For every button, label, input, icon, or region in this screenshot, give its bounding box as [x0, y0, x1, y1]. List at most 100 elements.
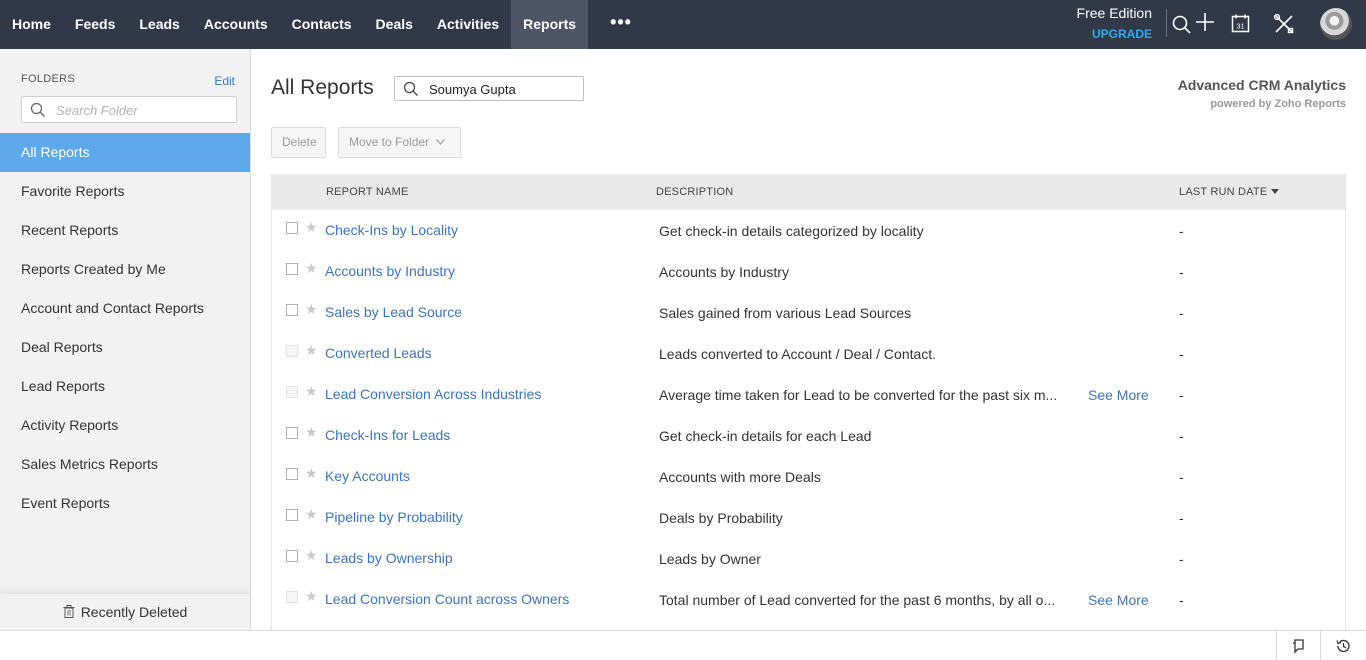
table-row: ★ Leads by Ownership Leads by Owner - [272, 538, 1345, 579]
report-name-link[interactable]: Key Accounts [325, 468, 410, 484]
row-checkbox[interactable] [286, 550, 298, 562]
report-name-link[interactable]: Lead Conversion Count across Owners [325, 591, 569, 607]
tab-feeds[interactable]: Feeds [63, 0, 127, 49]
last-run-date: - [1179, 346, 1184, 362]
row-checkbox[interactable] [286, 263, 298, 275]
favorite-star-icon[interactable]: ★ [305, 588, 318, 604]
folder-deal-reports[interactable]: Deal Reports [0, 328, 250, 367]
last-run-date-label: LAST RUN DATE [1179, 186, 1268, 198]
folder-sales-metrics-reports[interactable]: Sales Metrics Reports [0, 445, 250, 484]
report-name-link[interactable]: Leads by Ownership [325, 550, 453, 566]
favorite-star-icon[interactable]: ★ [305, 260, 318, 276]
advanced-analytics-promo[interactable]: Advanced CRM Analytics powered by Zoho R… [1178, 77, 1346, 110]
sort-desc-icon [1271, 189, 1280, 194]
folder-reports-created-by-me[interactable]: Reports Created by Me [0, 250, 250, 289]
table-row: ★ Check-Ins for Leads Get check-in details… [272, 415, 1345, 456]
report-name-link[interactable]: Pipeline by Probability [325, 509, 463, 525]
report-description: Get check-in details for each Lead [659, 428, 872, 444]
report-name-link[interactable]: Lead Conversion Across Industries [325, 386, 541, 402]
last-run-date: - [1179, 469, 1184, 485]
report-name-link[interactable]: Check-Ins by Locality [325, 222, 458, 238]
tab-leads[interactable]: Leads [127, 0, 191, 49]
user-avatar[interactable] [1320, 8, 1352, 40]
last-run-date: - [1179, 551, 1184, 567]
trash-icon [63, 605, 75, 618]
report-description: Leads converted to Account / Deal / Cont… [659, 346, 937, 362]
last-run-date: - [1179, 305, 1184, 321]
favorite-star-icon[interactable]: ★ [305, 301, 318, 317]
favorite-star-icon[interactable]: ★ [305, 547, 318, 563]
see-more-link[interactable]: See More [1088, 387, 1149, 403]
report-name-link[interactable]: Converted Leads [325, 345, 432, 361]
move-to-folder-button[interactable]: Move to Folder [338, 127, 461, 158]
folder-search-input[interactable] [56, 101, 231, 119]
delete-button[interactable]: Delete [271, 127, 326, 158]
row-checkbox [286, 386, 298, 398]
nav-divider [1166, 9, 1167, 37]
row-checkbox[interactable] [286, 304, 298, 316]
more-tabs-icon[interactable]: ••• [588, 0, 654, 49]
recently-deleted-button[interactable]: Recently Deleted [0, 593, 250, 630]
add-icon[interactable] [1193, 10, 1217, 34]
tab-contacts[interactable]: Contacts [280, 0, 364, 49]
report-description: Sales gained from various Lead Sources [659, 305, 912, 321]
column-header-description: DESCRIPTION [656, 186, 734, 198]
bottom-bar [0, 630, 1366, 660]
search-icon [30, 102, 45, 117]
table-row: ★ Converted Leads Leads converted to Accou… [272, 333, 1345, 374]
folder-event-reports[interactable]: Event Reports [0, 484, 250, 523]
favorite-star-icon[interactable]: ★ [305, 506, 318, 522]
row-checkbox[interactable] [286, 427, 298, 439]
table-row: ★ Sales by Lead Source Sales gained from v… [272, 292, 1345, 333]
see-more-link[interactable]: See More [1088, 592, 1149, 608]
folders-heading: FOLDERS [21, 73, 76, 85]
report-description: Total number of Lead converted for the p… [659, 592, 1056, 608]
folders-sidebar: FOLDERS Edit All ReportsFavorite Reports… [0, 49, 251, 630]
report-name-link[interactable]: Accounts by Industry [325, 263, 455, 279]
folder-recent-reports[interactable]: Recent Reports [0, 211, 250, 250]
table-row: ★ Key Accounts Accounts with more Deals - [272, 456, 1345, 497]
edition-label: Free Edition [1076, 5, 1152, 21]
tab-activities[interactable]: Activities [425, 0, 511, 49]
row-checkbox[interactable] [286, 468, 298, 480]
favorite-star-icon[interactable]: ★ [305, 465, 318, 481]
report-description: Average time taken for Lead to be conver… [659, 387, 1058, 403]
chat-icon[interactable] [1276, 631, 1320, 660]
calendar-icon[interactable]: 31 [1229, 12, 1253, 36]
report-name-link[interactable]: Sales by Lead Source [325, 304, 462, 320]
report-name-link[interactable]: Check-Ins for Leads [325, 427, 450, 443]
favorite-star-icon[interactable]: ★ [305, 342, 318, 358]
column-header-last-run-date[interactable]: LAST RUN DATE [1179, 186, 1280, 198]
tab-home[interactable]: Home [0, 0, 63, 49]
move-to-folder-label: Move to Folder [349, 135, 430, 149]
folder-activity-reports[interactable]: Activity Reports [0, 406, 250, 445]
tab-reports[interactable]: Reports [511, 0, 589, 49]
last-run-date: - [1179, 428, 1184, 444]
tab-deals[interactable]: Deals [364, 0, 425, 49]
folder-lead-reports[interactable]: Lead Reports [0, 367, 250, 406]
setup-icon[interactable] [1272, 12, 1296, 36]
folder-list: All Reports Favorite Reports Recent Report… [0, 133, 250, 523]
folder-account-and-contact-reports[interactable]: Account and Contact Reports [0, 289, 250, 328]
report-description: Accounts with more Deals [659, 469, 821, 485]
report-search-input[interactable] [429, 80, 579, 98]
tab-accounts[interactable]: Accounts [192, 0, 280, 49]
row-checkbox[interactable] [286, 222, 298, 234]
edit-folders-link[interactable]: Edit [214, 74, 235, 88]
folder-all-reports[interactable]: All Reports [0, 133, 250, 172]
favorite-star-icon[interactable]: ★ [305, 383, 318, 399]
column-header-report-name[interactable]: REPORT NAME [326, 186, 408, 198]
table-row: ★ Accounts by Industry Accounts by Industr… [272, 251, 1345, 292]
report-description: Accounts by Industry [659, 264, 789, 280]
table-row: ★ Pipeline by Probability Deals by Probabi… [272, 497, 1345, 538]
reports-table: REPORT NAME DESCRIPTION LAST RUN DATE ★ C… [271, 174, 1346, 630]
folder-favorite-reports[interactable]: Favorite Reports [0, 172, 250, 211]
report-description: Deals by Probability [659, 510, 783, 526]
row-checkbox[interactable] [286, 509, 298, 521]
nav-tabs: Home Feeds Leads Accounts Contacts Deals Activ… [0, 0, 654, 49]
favorite-star-icon[interactable]: ★ [305, 424, 318, 440]
upgrade-link[interactable]: UPGRADE [1077, 25, 1152, 43]
search-icon[interactable] [1170, 12, 1194, 36]
favorite-star-icon[interactable]: ★ [305, 219, 318, 235]
history-icon[interactable] [1320, 631, 1364, 660]
